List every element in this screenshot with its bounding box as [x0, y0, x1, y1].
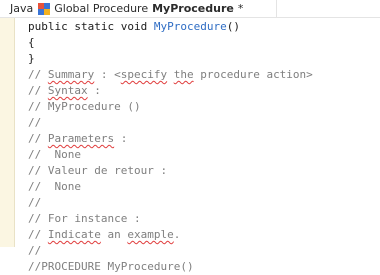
spelling-flag: Parameters — [47, 132, 115, 145]
spelling-flag: example — [127, 228, 174, 241]
code-editor[interactable]: public static void MyProcedure() { } // … — [28, 19, 380, 273]
editor-tab-myprocedure[interactable]: Java Global Procedure MyProcedure * — [0, 0, 277, 17]
spelling-flag: the — [173, 68, 194, 81]
tab-label-language: Java — [10, 2, 34, 15]
comment-line: // — [28, 244, 42, 257]
tab-modified-marker: * — [237, 2, 244, 15]
code-line: } — [28, 52, 35, 65]
comment-line: // Summary : <specify the procedure acti… — [28, 68, 313, 81]
comment-line: // — [28, 196, 42, 209]
tab-label-name: MyProcedure — [152, 2, 234, 15]
comment-line: // Valeur de retour : — [28, 164, 168, 177]
comment-line: // For instance : — [28, 212, 141, 225]
spelling-flag: specify — [120, 68, 168, 81]
comment-line: // None — [28, 180, 81, 193]
comment-line: // None — [28, 148, 81, 161]
spelling-flag: Summary — [47, 68, 95, 81]
editor-gutter — [0, 18, 15, 247]
spelling-flag: Syntax — [47, 84, 88, 97]
tab-label-kind: Global Procedure — [54, 2, 149, 15]
spelling-flag: Indicate — [47, 228, 101, 241]
comment-line: // — [28, 116, 42, 129]
comment-line: // Indicate an example. — [28, 228, 181, 241]
function-name: MyProcedure — [153, 20, 227, 33]
code-line: public static void MyProcedure() — [28, 20, 240, 33]
comment-line: //PROCEDURE MyProcedure() — [28, 260, 194, 273]
code-line: { — [28, 36, 35, 49]
comment-line: // Syntax : — [28, 84, 101, 97]
comment-line: // Parameters : — [28, 132, 128, 145]
procedure-tab-icon — [38, 2, 51, 15]
editor-tab-bar: Java Global Procedure MyProcedure * — [0, 0, 380, 18]
comment-line: // MyProcedure () — [28, 100, 141, 113]
